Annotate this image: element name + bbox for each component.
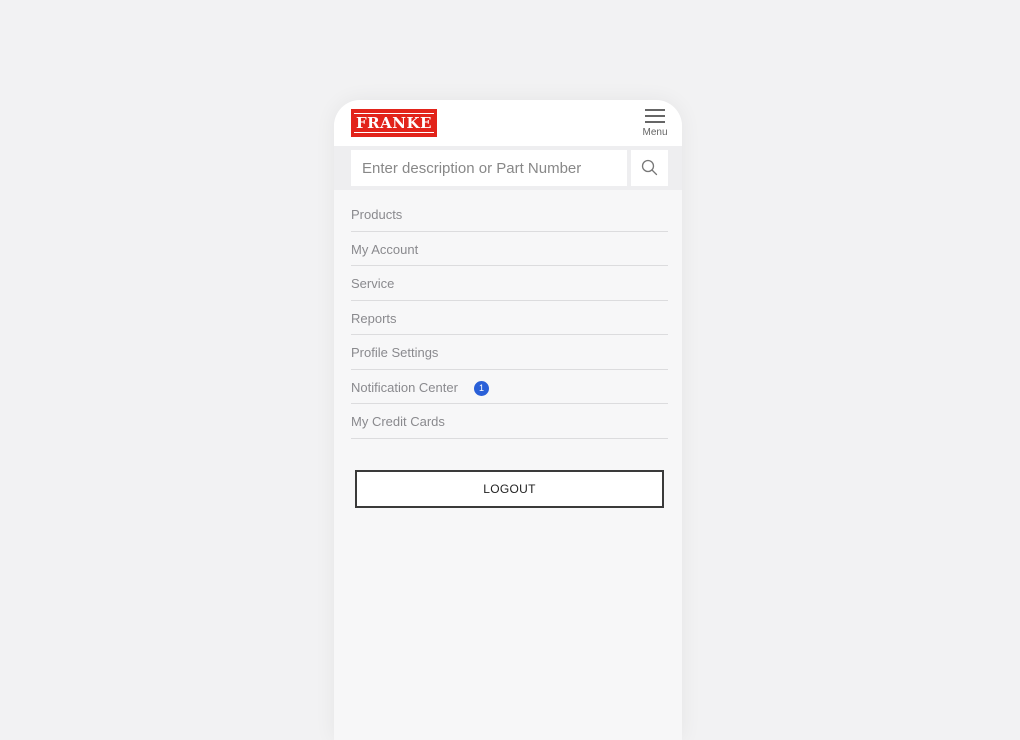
nav-item-my-account[interactable]: My Account [351,232,668,266]
nav-item-reports[interactable]: Reports [351,301,668,335]
search-bar [334,146,682,190]
nav-item-label: My Account [351,241,419,257]
nav-item-label: Notification Center [351,379,458,395]
nav-item-products[interactable]: Products [351,197,668,232]
menu-label: Menu [642,127,668,138]
logout-button[interactable]: LOGOUT [355,470,664,508]
nav-item-my-credit-cards[interactable]: My Credit Cards [351,404,668,439]
menu-button[interactable]: Menu [636,106,674,142]
nav-item-profile-settings[interactable]: Profile Settings [351,335,668,370]
search-input[interactable] [351,150,627,186]
hamburger-icon [645,109,665,123]
notification-count-badge: 1 [474,380,489,396]
franke-logo[interactable]: FRANKE [351,109,437,137]
nav-item-label: Reports [351,310,397,326]
main-navigation: Products My Account Service Reports Prof… [351,197,668,439]
search-button[interactable] [631,150,668,186]
logo-text: FRANKE [356,114,432,132]
nav-item-label: Service [351,276,395,291]
nav-item-label: My Credit Cards [351,414,445,429]
site-header: FRANKE Menu [334,100,682,146]
nav-item-notification-center[interactable]: Notification Center 1 [351,370,668,404]
nav-item-label: Profile Settings [351,345,439,360]
nav-item-service[interactable]: Service [351,266,668,301]
search-icon [641,159,658,176]
nav-item-label: Products [351,207,403,222]
mobile-frame: FRANKE Menu Products My Account Service [334,100,682,740]
